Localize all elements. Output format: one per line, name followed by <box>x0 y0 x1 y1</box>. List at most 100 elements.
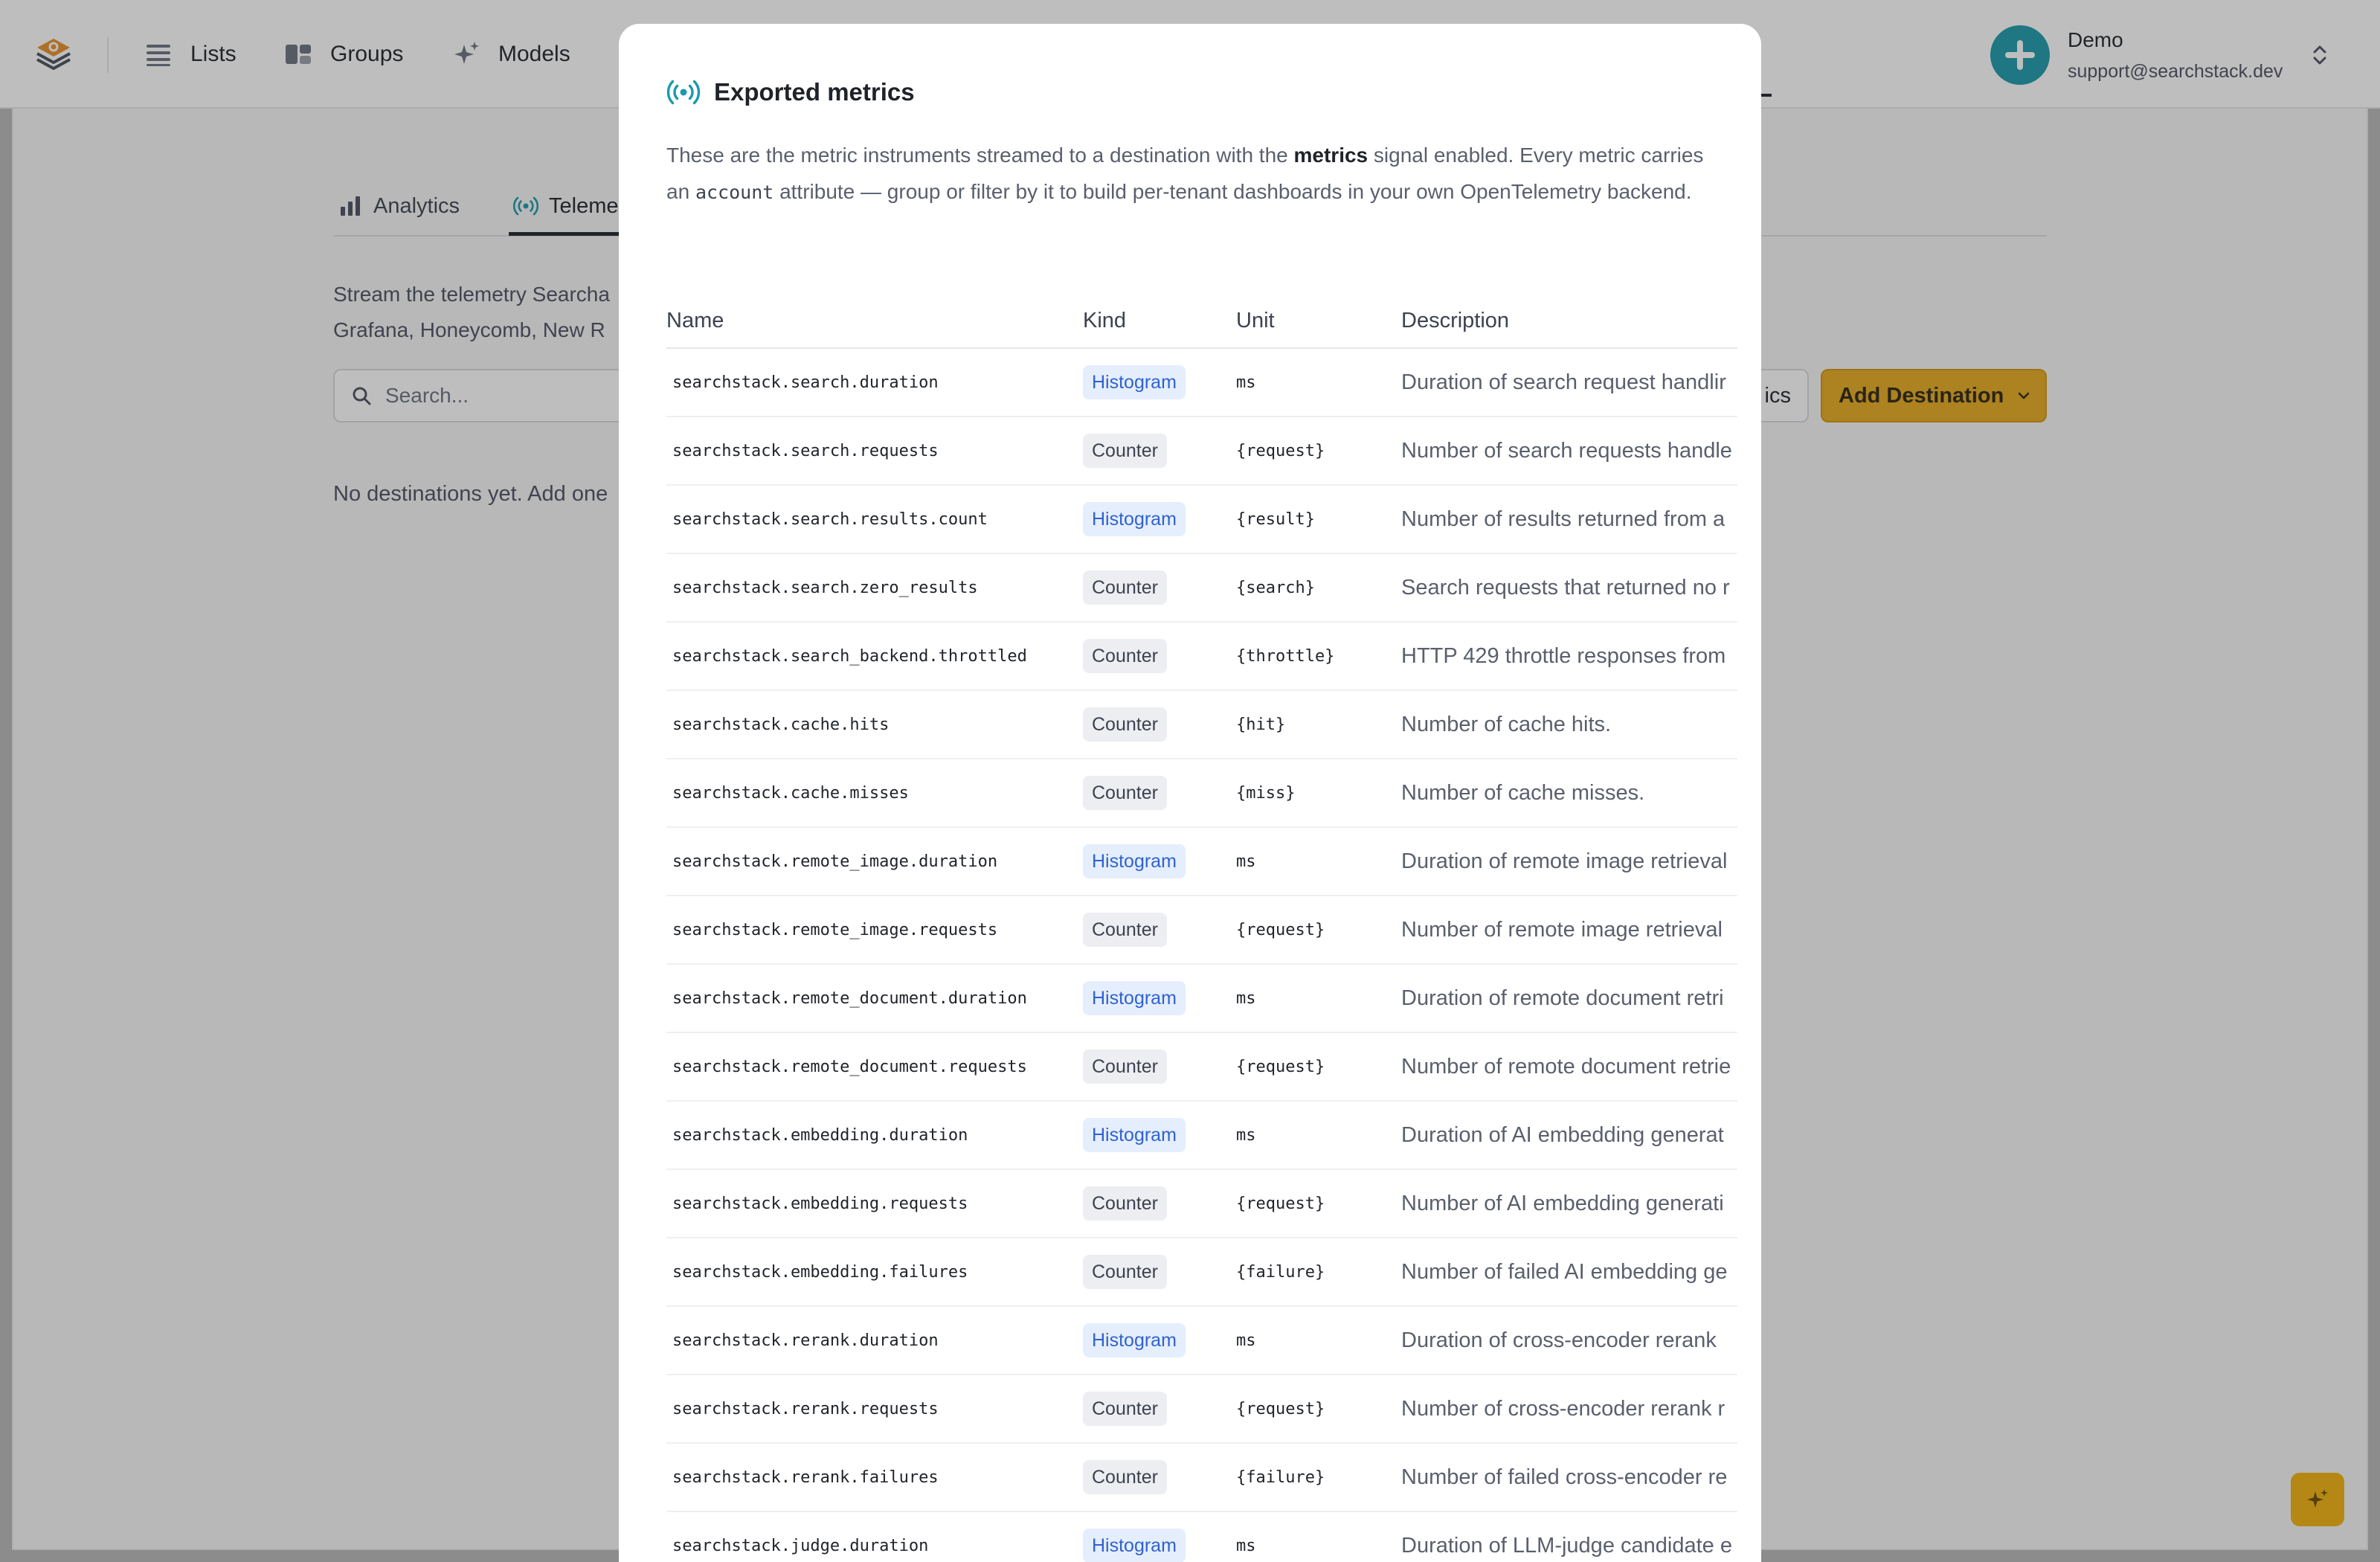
metric-unit: {request} <box>1236 1169 1401 1238</box>
metric-description: Number of failed AI embedding ge <box>1401 1238 1737 1307</box>
table-row: searchstack.search.results.count Histogra… <box>666 485 1737 554</box>
table-row: searchstack.remote_image.duration Histogr… <box>666 827 1737 896</box>
table-row: searchstack.search_backend.throttled Coun… <box>666 622 1737 691</box>
kind-badge: Counter <box>1083 639 1167 673</box>
metric-name: searchstack.search.requests <box>666 417 1083 486</box>
table-row: searchstack.embedding.failures Counter {fa… <box>666 1238 1737 1307</box>
desc-code: account <box>695 181 774 203</box>
kind-badge: Histogram <box>1083 1323 1186 1357</box>
metric-description: Duration of LLM-judge candidate e <box>1401 1511 1737 1562</box>
table-row: searchstack.rerank.duration Histogram ms Du… <box>666 1306 1737 1375</box>
table-row: searchstack.rerank.requests Counter {reque… <box>666 1375 1737 1444</box>
metric-name: searchstack.search_backend.throttled <box>666 622 1083 691</box>
table-row: searchstack.cache.misses Counter {miss} Num… <box>666 759 1737 828</box>
metric-description: Duration of search request handlir <box>1401 348 1737 417</box>
metric-unit: ms <box>1236 1306 1401 1375</box>
metric-name: searchstack.embedding.requests <box>666 1169 1083 1238</box>
metric-kind-cell: Histogram <box>1083 827 1236 896</box>
metric-unit: {hit} <box>1236 690 1401 759</box>
metric-kind-cell: Counter <box>1083 759 1236 828</box>
table-row: searchstack.cache.hits Counter {hit} Number… <box>666 690 1737 759</box>
metric-unit: {throttle} <box>1236 622 1401 691</box>
metric-kind-cell: Counter <box>1083 690 1236 759</box>
metric-kind-cell: Histogram <box>1083 1306 1236 1375</box>
table-row: searchstack.search.zero_results Counter {s… <box>666 553 1737 623</box>
metric-unit: {request} <box>1236 1375 1401 1444</box>
table-row: searchstack.judge.duration Histogram ms Dur… <box>666 1511 1737 1562</box>
metric-name: searchstack.search.results.count <box>666 485 1083 554</box>
metric-description: Duration of cross-encoder rerank <box>1401 1306 1737 1375</box>
table-header-row: Name Kind Unit Description <box>666 295 1737 349</box>
metric-unit: {result} <box>1236 485 1401 554</box>
metric-description: Number of results returned from a <box>1401 485 1737 554</box>
metric-unit: {failure} <box>1236 1443 1401 1512</box>
metric-kind-cell: Counter <box>1083 1238 1236 1307</box>
metric-name: searchstack.remote_document.duration <box>666 964 1083 1033</box>
table-row: searchstack.embedding.duration Histogram m… <box>666 1101 1737 1170</box>
table-row: searchstack.search.duration Histogram ms Du… <box>666 348 1737 417</box>
metric-name: searchstack.search.duration <box>666 348 1083 417</box>
broadcast-icon <box>666 80 701 105</box>
metric-name: searchstack.cache.hits <box>666 690 1083 759</box>
metric-unit: {miss} <box>1236 759 1401 828</box>
metric-kind-cell: Histogram <box>1083 485 1236 554</box>
metric-kind-cell: Histogram <box>1083 1511 1236 1562</box>
metric-description: Number of remote image retrieval <box>1401 896 1737 965</box>
desc-bold: metrics <box>1293 144 1368 167</box>
metric-name: searchstack.embedding.failures <box>666 1238 1083 1307</box>
metric-description: Number of cache hits. <box>1401 690 1737 759</box>
kind-badge: Counter <box>1083 1255 1167 1289</box>
metrics-table: Name Kind Unit Description searchstack.s… <box>666 295 1737 1562</box>
dialog-description: These are the metric instruments streame… <box>666 137 1708 210</box>
dialog-title: Exported metrics <box>714 78 915 106</box>
metric-unit: ms <box>1236 1101 1401 1170</box>
kind-badge: Histogram <box>1083 1118 1186 1152</box>
kind-badge: Counter <box>1083 707 1167 742</box>
metric-description: HTTP 429 throttle responses from <box>1401 622 1737 691</box>
metrics-table-container[interactable]: Name Kind Unit Description searchstack.s… <box>666 295 1737 1562</box>
metric-kind-cell: Counter <box>1083 896 1236 965</box>
metric-kind-cell: Counter <box>1083 1169 1236 1238</box>
metric-unit: ms <box>1236 827 1401 896</box>
metric-description: Number of cache misses. <box>1401 759 1737 828</box>
kind-badge: Histogram <box>1083 981 1186 1015</box>
kind-badge: Counter <box>1083 1050 1167 1084</box>
metric-description: Duration of AI embedding generat <box>1401 1101 1737 1170</box>
kind-badge: Histogram <box>1083 502 1186 536</box>
kind-badge: Counter <box>1083 776 1167 810</box>
kind-badge: Counter <box>1083 1186 1167 1221</box>
metric-description: Number of remote document retrie <box>1401 1032 1737 1102</box>
kind-badge: Counter <box>1083 571 1167 605</box>
metric-unit: {request} <box>1236 417 1401 486</box>
kind-badge: Histogram <box>1083 844 1186 878</box>
metric-name: searchstack.rerank.requests <box>666 1375 1083 1444</box>
metric-description: Duration of remote document retri <box>1401 964 1737 1033</box>
metric-kind-cell: Counter <box>1083 553 1236 623</box>
kind-badge: Counter <box>1083 434 1167 468</box>
metric-name: searchstack.embedding.duration <box>666 1101 1083 1170</box>
table-row: searchstack.search.requests Counter {reque… <box>666 417 1737 486</box>
dialog-header: Exported metrics <box>666 71 915 113</box>
metric-kind-cell: Counter <box>1083 1443 1236 1512</box>
table-row: searchstack.remote_image.requests Counter… <box>666 896 1737 965</box>
metric-name: searchstack.remote_image.requests <box>666 896 1083 965</box>
table-row: searchstack.remote_document.duration Hist… <box>666 964 1737 1033</box>
column-header-name: Name <box>666 295 1083 349</box>
metric-kind-cell: Counter <box>1083 1375 1236 1444</box>
metric-description: Number of failed cross-encoder re <box>1401 1443 1737 1512</box>
column-header-description: Description <box>1401 295 1737 349</box>
metric-description: Number of AI embedding generati <box>1401 1169 1737 1238</box>
metric-unit: ms <box>1236 1511 1401 1562</box>
metric-unit: {failure} <box>1236 1238 1401 1307</box>
metric-name: searchstack.rerank.duration <box>666 1306 1083 1375</box>
kind-badge: Counter <box>1083 1460 1167 1494</box>
column-header-kind: Kind <box>1083 295 1236 349</box>
metric-kind-cell: Counter <box>1083 622 1236 691</box>
metric-unit: {search} <box>1236 553 1401 623</box>
metric-name: searchstack.rerank.failures <box>666 1443 1083 1512</box>
metric-name: searchstack.remote_image.duration <box>666 827 1083 896</box>
kind-badge: Counter <box>1083 913 1167 947</box>
table-row: searchstack.remote_document.requests Coun… <box>666 1032 1737 1102</box>
metric-kind-cell: Counter <box>1083 1032 1236 1102</box>
kind-badge: Histogram <box>1083 365 1186 399</box>
